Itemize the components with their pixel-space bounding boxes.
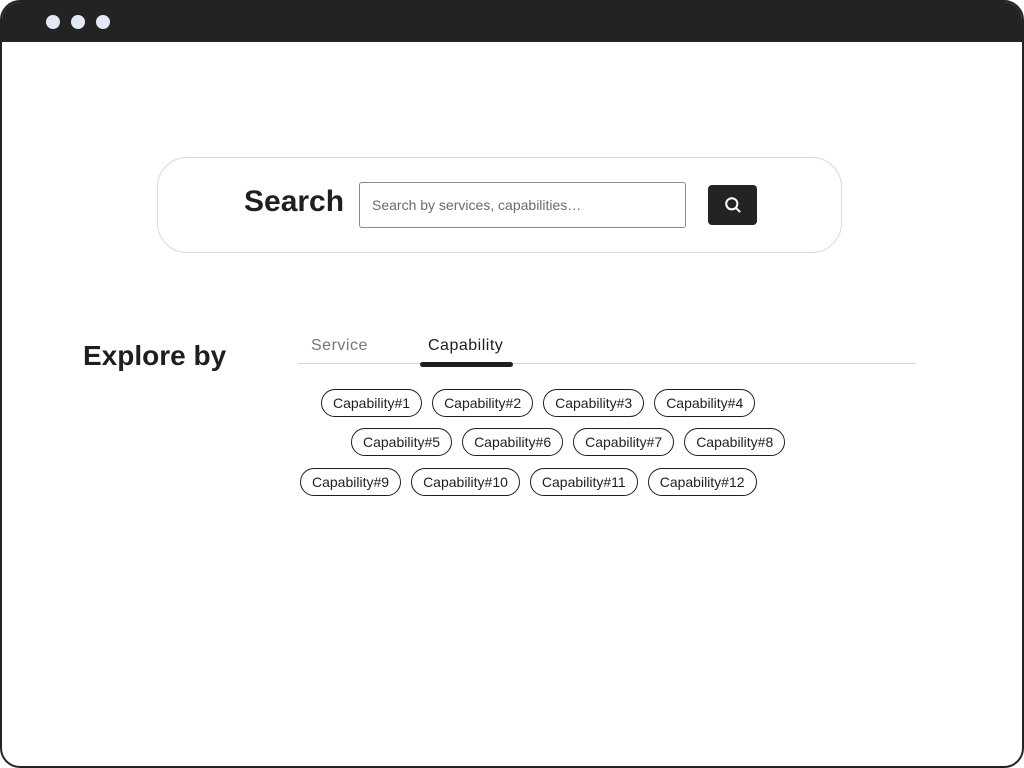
chip-row-1: Capability#1 Capability#2 Capability#3 C…	[321, 389, 756, 417]
capability-chip-10[interactable]: Capability#10	[411, 468, 520, 496]
capability-chip-9[interactable]: Capability#9	[300, 468, 402, 496]
search-label: Search	[244, 185, 345, 218]
tab-service[interactable]: Service	[311, 337, 368, 355]
active-tab-indicator	[420, 362, 513, 367]
window-dot-1	[46, 15, 60, 29]
browser-window: Search Explore by Service Capability Cap…	[0, 0, 1024, 768]
search-button[interactable]	[708, 185, 757, 225]
search-icon	[724, 197, 741, 213]
capability-chip-1[interactable]: Capability#1	[321, 389, 423, 417]
capability-chip-11[interactable]: Capability#11	[529, 468, 638, 496]
search-input[interactable]	[359, 182, 686, 228]
capability-chip-8[interactable]: Capability#8	[684, 428, 786, 456]
window-titlebar	[2, 2, 1022, 42]
window-dot-2	[71, 15, 85, 29]
tab-capability[interactable]: Capability	[428, 337, 503, 355]
chip-row-3: Capability#9 Capability#10 Capability#11…	[300, 468, 757, 496]
tabs-divider	[298, 363, 916, 364]
capability-chip-7[interactable]: Capability#7	[573, 428, 675, 456]
chip-row-2: Capability#5 Capability#6 Capability#7 C…	[351, 428, 786, 456]
capability-chip-2[interactable]: Capability#2	[432, 389, 534, 417]
search-card: Search	[157, 157, 842, 253]
capability-chip-6[interactable]: Capability#6	[462, 428, 564, 456]
capability-chip-5[interactable]: Capability#5	[351, 428, 453, 456]
explore-by-heading: Explore by	[83, 340, 227, 371]
capability-chip-12[interactable]: Capability#12	[647, 468, 757, 496]
capability-chip-4[interactable]: Capability#4	[654, 389, 756, 417]
window-dot-3	[96, 15, 110, 29]
capability-chip-3[interactable]: Capability#3	[543, 389, 645, 417]
